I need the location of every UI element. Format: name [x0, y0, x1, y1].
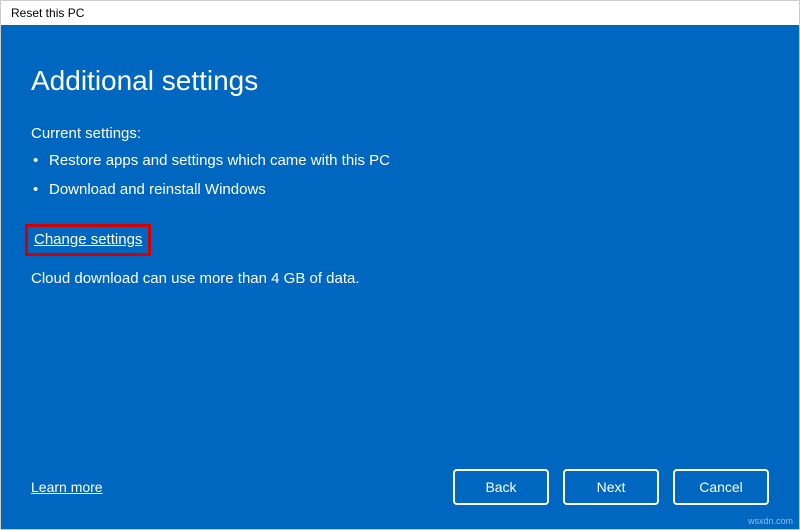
settings-list: Restore apps and settings which came wit… — [31, 152, 769, 210]
cloud-download-note: Cloud download can use more than 4 GB of… — [31, 270, 769, 287]
titlebar: Reset this PC — [1, 1, 799, 25]
next-button[interactable]: Next — [563, 469, 659, 505]
window-title: Reset this PC — [11, 6, 84, 20]
watermark: wsxdn.com — [748, 516, 793, 526]
list-item: Restore apps and settings which came wit… — [31, 152, 769, 169]
page-title: Additional settings — [31, 65, 769, 97]
list-item: Download and reinstall Windows — [31, 181, 769, 198]
change-settings-link[interactable]: Change settings — [34, 231, 142, 248]
button-row: Back Next Cancel — [453, 469, 769, 505]
cancel-button[interactable]: Cancel — [673, 469, 769, 505]
learn-more-link[interactable]: Learn more — [31, 479, 103, 495]
footer: Learn more Back Next Cancel — [31, 469, 769, 505]
reset-pc-window: Reset this PC Additional settings Curren… — [0, 0, 800, 530]
content-area: Additional settings Current settings: Re… — [1, 25, 799, 529]
current-settings-label: Current settings: — [31, 125, 769, 142]
highlight-box: Change settings — [25, 224, 151, 256]
back-button[interactable]: Back — [453, 469, 549, 505]
